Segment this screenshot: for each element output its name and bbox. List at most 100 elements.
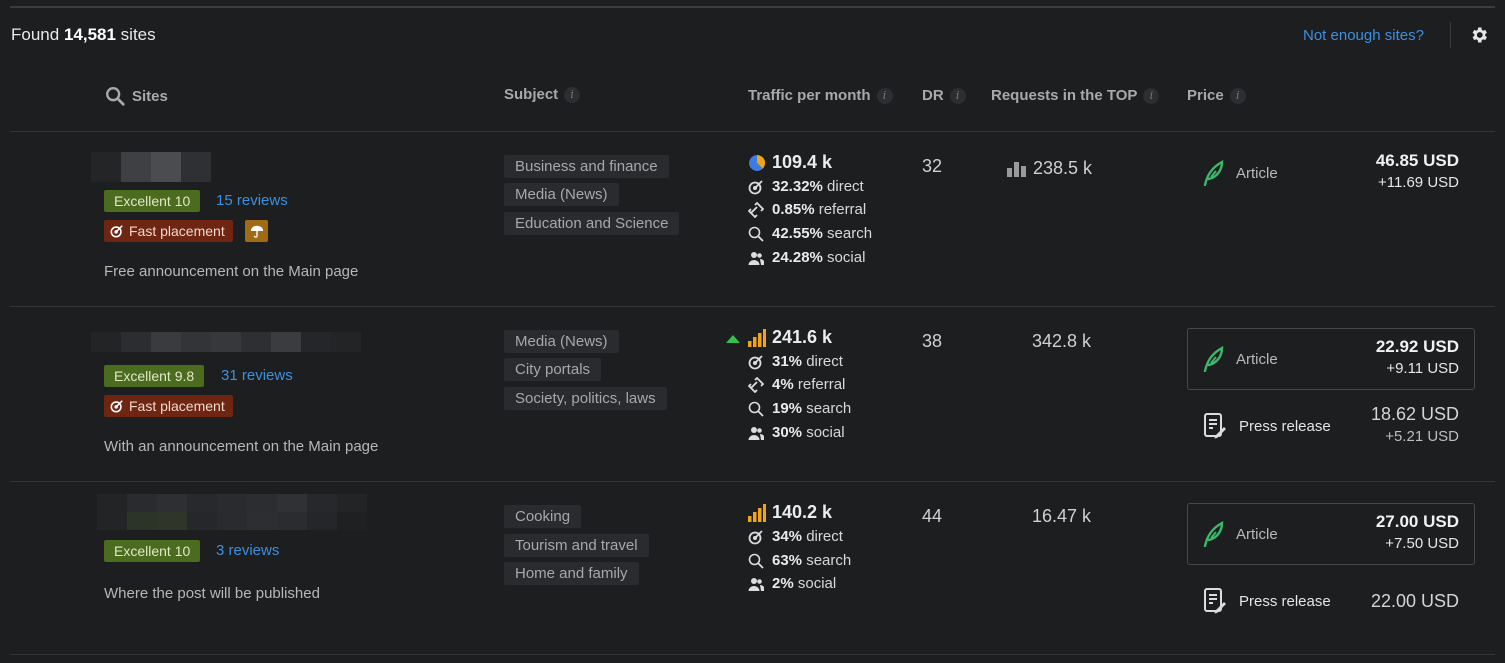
column-header-subject-label: Subject [504,86,559,103]
price-article: 27.00 USD +7.50 USD [1375,512,1459,552]
traffic-search: 63% search [748,552,851,569]
rating-badge: Excellent 10 [104,190,201,212]
column-header-traffic-label: Traffic per month [748,87,871,104]
requests-in-top: 16.47 k [1032,506,1092,526]
site-name-redacted[interactable] [91,152,211,182]
column-header-traffic[interactable]: Traffic per month i [748,87,893,104]
subject-tag: Society, politics, laws [504,387,667,410]
traffic-direct: 31% direct [748,353,843,370]
row-divider [10,306,1495,307]
price-press-release: 22.00 USD [1370,591,1459,611]
site-name-redacted[interactable] [97,494,387,530]
traffic-search: 42.55% search [748,225,872,242]
reviews-link[interactable]: 3 reviews [216,542,279,559]
price-press-release: 18.62 USD +5.21 USD [1370,404,1459,445]
users-icon [748,426,764,440]
placement-note: With an announcement on the Main page [104,438,379,455]
domain-rating: 38 [922,331,943,351]
users-icon [748,577,764,591]
subject-tag: Media (News) [504,330,619,353]
price-article: 46.85 USD +11.69 USD [1375,151,1459,191]
column-header-requests-label: Requests in the TOP [991,87,1138,104]
offer-article[interactable]: Article [1202,346,1278,372]
reviews-link[interactable]: 15 reviews [216,192,288,209]
column-header-dr-label: DR [922,87,944,104]
requests-in-top: 342.8 k [1032,331,1092,351]
feather-icon [1203,521,1224,547]
fast-placement-badge: Fast placement [104,395,233,417]
traffic-pie-icon [749,154,766,171]
subject-tag: Media (News) [504,183,619,206]
reviews-link[interactable]: 31 reviews [221,367,293,384]
search-icon [106,87,125,106]
target-icon [110,400,123,413]
domain-rating: 32 [922,156,943,176]
traffic-referral: 4% referral [748,376,845,393]
column-header-price[interactable]: Price i [1187,87,1246,104]
offer-article[interactable]: Article [1202,160,1278,186]
feather-icon [1203,160,1224,186]
price-article: 22.92 USD +9.11 USD [1375,337,1459,377]
placement-note: Free announcement on the Main page [104,263,359,280]
info-icon[interactable]: i [1229,87,1246,104]
column-header-price-label: Price [1187,87,1224,104]
found-count-label: Found 14,581 sites [11,25,156,44]
document-edit-icon [1204,588,1226,614]
row-divider [10,481,1495,482]
traffic-social: 30% social [748,424,845,441]
column-header-dr[interactable]: DR i [922,87,966,104]
search-icon [748,401,764,417]
traffic-social: 2% social [748,575,836,592]
info-icon[interactable]: i [1143,87,1160,104]
domain-rating: 44 [922,506,943,526]
traffic-total: 140.2 k [748,502,832,523]
subject-tag: Home and family [504,562,639,585]
link-icon [748,201,764,218]
feather-icon [1203,346,1224,372]
column-header-sites-label: Sites [132,87,168,105]
bar-chart-icon [1007,161,1026,177]
signal-bars-icon [748,503,766,522]
traffic-social: 24.28% social [748,249,865,266]
subject-tag: Education and Science [504,212,680,235]
trend-up-icon [726,335,740,343]
link-icon [748,376,764,393]
offer-press-release[interactable]: Press release [1203,412,1331,440]
subject-tag: Business and finance [504,155,669,178]
offer-article[interactable]: Article [1202,521,1278,547]
top-divider [10,6,1495,8]
site-name-redacted[interactable] [91,332,361,352]
traffic-search: 19% search [748,400,851,417]
column-header-sites[interactable]: Sites [104,85,168,107]
gear-icon[interactable] [1469,25,1489,45]
column-header-subject[interactable]: Subject i [504,86,581,103]
search-icon [748,553,764,569]
header-divider [1450,22,1451,48]
fast-placement-badge: Fast placement [104,220,233,242]
info-icon[interactable]: i [564,86,581,103]
subject-tag: Tourism and travel [504,534,649,557]
column-header-requests[interactable]: Requests in the TOP i [991,87,1160,104]
traffic-referral: 0.85% referral [748,201,866,218]
offer-press-release[interactable]: Press release [1203,587,1331,615]
document-edit-icon [1204,413,1226,439]
umbrella-icon [245,220,268,242]
rating-badge: Excellent 9.8 [104,365,205,387]
placement-note: Where the post will be published [104,585,320,602]
info-icon[interactable]: i [949,87,966,104]
users-icon [748,251,764,265]
subject-tag: Cooking [504,505,582,528]
target-icon [748,529,763,544]
traffic-direct: 34% direct [748,528,843,545]
not-enough-sites-link[interactable]: Not enough sites? [1303,27,1424,44]
target-icon [748,354,763,369]
traffic-direct: 32.32% direct [748,178,864,195]
target-icon [110,225,123,238]
subject-tag: City portals [504,358,602,381]
requests-in-top: 238.5 k [1007,158,1092,179]
search-icon [748,226,764,242]
traffic-total: 241.6 k [748,327,832,348]
info-icon[interactable]: i [876,87,893,104]
rating-badge: Excellent 10 [104,540,201,562]
target-icon [748,179,763,194]
